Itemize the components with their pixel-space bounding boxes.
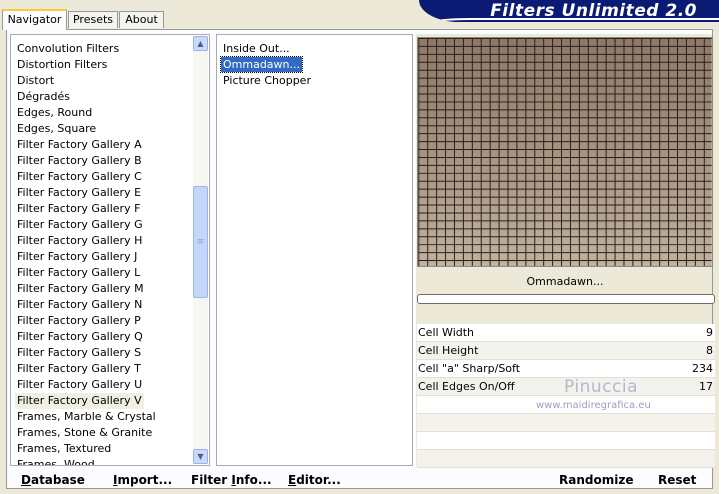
param-row[interactable]: Cell "a" Sharp/Soft 234 <box>417 360 715 378</box>
scroll-thumb[interactable]: ≡ <box>193 186 208 298</box>
navigator-panel: ▲ ≡ ▼ Convolution Filters Distortion Filt… <box>6 29 715 489</box>
watermark-url: www.maidiregrafica.eu <box>536 400 651 411</box>
filter-list[interactable]: Inside Out... Ommadawn... Picture Chopper <box>216 34 413 466</box>
param-row[interactable]: Cell Height 8 <box>417 342 715 360</box>
category-item[interactable]: Dégradés <box>15 89 72 105</box>
category-item[interactable]: Filter Factory Gallery G <box>15 217 145 233</box>
reset-button[interactable]: Reset <box>658 471 696 489</box>
param-name: Cell Edges On/Off <box>418 380 515 393</box>
category-item[interactable]: Filter Factory Gallery N <box>15 297 144 313</box>
param-row <box>417 432 715 450</box>
param-value: 8 <box>706 344 713 357</box>
category-item[interactable]: Filter Factory Gallery T <box>15 361 143 377</box>
progress-bar <box>417 294 715 304</box>
watermark-name: Pinuccia <box>564 377 638 397</box>
category-item[interactable]: Distortion Filters <box>15 57 109 73</box>
category-item[interactable]: Convolution Filters <box>15 41 121 57</box>
category-item[interactable]: Filter Factory Gallery Q <box>15 329 145 345</box>
tab-presets[interactable]: Presets <box>68 11 118 28</box>
scroll-up-icon[interactable]: ▲ <box>193 36 208 51</box>
filter-item[interactable]: Ommadawn... <box>219 56 304 73</box>
category-item[interactable]: Filter Factory Gallery M <box>15 281 146 297</box>
category-item[interactable]: Frames, Stone & Granite <box>15 425 154 441</box>
param-value: 17 <box>699 380 713 393</box>
randomize-button[interactable]: Randomize <box>559 471 633 489</box>
editor-button[interactable]: Editor... <box>288 471 341 489</box>
title-banner: Filters Unlimited 2.0 <box>419 0 719 22</box>
category-item[interactable]: Distort <box>15 73 56 89</box>
preview-background <box>418 38 712 266</box>
category-item[interactable]: Filter Factory Gallery S <box>15 345 143 361</box>
category-item[interactable]: Filter Factory Gallery A <box>15 137 144 153</box>
scroll-down-icon[interactable]: ▼ <box>193 449 208 464</box>
filter-preview <box>417 37 713 267</box>
category-item[interactable]: Filter Factory Gallery J <box>15 249 139 265</box>
category-item[interactable]: Edges, Square <box>15 121 98 137</box>
param-value: 234 <box>692 362 713 375</box>
param-name: Cell Width <box>418 326 475 339</box>
category-item[interactable]: Frames, Wood <box>15 457 97 465</box>
filter-item[interactable]: Inside Out... <box>221 41 292 56</box>
preview-panel: Ommadawn... Cell Edges On/Off 17 Cell "a" … <box>416 34 715 468</box>
import-label: mport... <box>117 473 173 487</box>
param-row <box>417 450 715 468</box>
category-item[interactable]: Frames, Marble & Crystal <box>15 409 158 425</box>
app-title: Filters Unlimited 2.0 <box>490 1 697 21</box>
param-row <box>417 414 715 432</box>
param-value: 9 <box>706 326 713 339</box>
filter-item[interactable]: Picture Chopper <box>221 73 313 88</box>
category-item[interactable]: Filter Factory Gallery C <box>15 169 144 185</box>
category-item[interactable]: Filter Factory Gallery P <box>15 313 143 329</box>
category-item[interactable]: Filter Factory Gallery F <box>15 201 142 217</box>
filter-info-prefix: Filter <box>191 473 232 487</box>
category-item[interactable]: Edges, Round <box>15 105 94 121</box>
category-item[interactable]: Filter Factory Gallery E <box>15 185 143 201</box>
tab-about[interactable]: About <box>119 11 164 28</box>
tab-navigator[interactable]: Navigator <box>2 9 67 30</box>
param-name: Cell Height <box>418 344 479 357</box>
param-row[interactable]: Cell Width 9 <box>417 324 715 342</box>
category-item[interactable]: Frames, Textured <box>15 441 113 457</box>
filter-info-label: nfo... <box>235 473 272 487</box>
category-scrollbar[interactable]: ▲ ≡ ▼ <box>193 36 208 464</box>
category-list[interactable]: ▲ ≡ ▼ Convolution Filters Distortion Filt… <box>10 34 210 466</box>
parameter-panel: Cell Edges On/Off 17 Cell "a" Sharp/Soft 23… <box>417 324 715 468</box>
category-item[interactable]: Filter Factory Gallery H <box>15 233 144 249</box>
database-button[interactable]: Database <box>21 471 85 489</box>
param-name: Cell "a" Sharp/Soft <box>418 362 521 375</box>
filter-info-button[interactable]: Filter Info... <box>191 471 272 489</box>
editor-accel: E <box>288 473 297 487</box>
database-label: atabase <box>30 473 85 487</box>
category-item[interactable]: Filter Factory Gallery U <box>15 377 144 393</box>
import-button[interactable]: Import... <box>113 471 172 489</box>
category-item[interactable]: Filter Factory Gallery B <box>15 153 144 169</box>
editor-label: ditor... <box>296 473 341 487</box>
preview-filter-name: Ommadawn... <box>526 275 604 288</box>
category-item[interactable]: Filter Factory Gallery L <box>15 265 142 281</box>
database-accel: D <box>21 473 31 487</box>
category-item[interactable]: Filter Factory Gallery V <box>15 393 144 409</box>
